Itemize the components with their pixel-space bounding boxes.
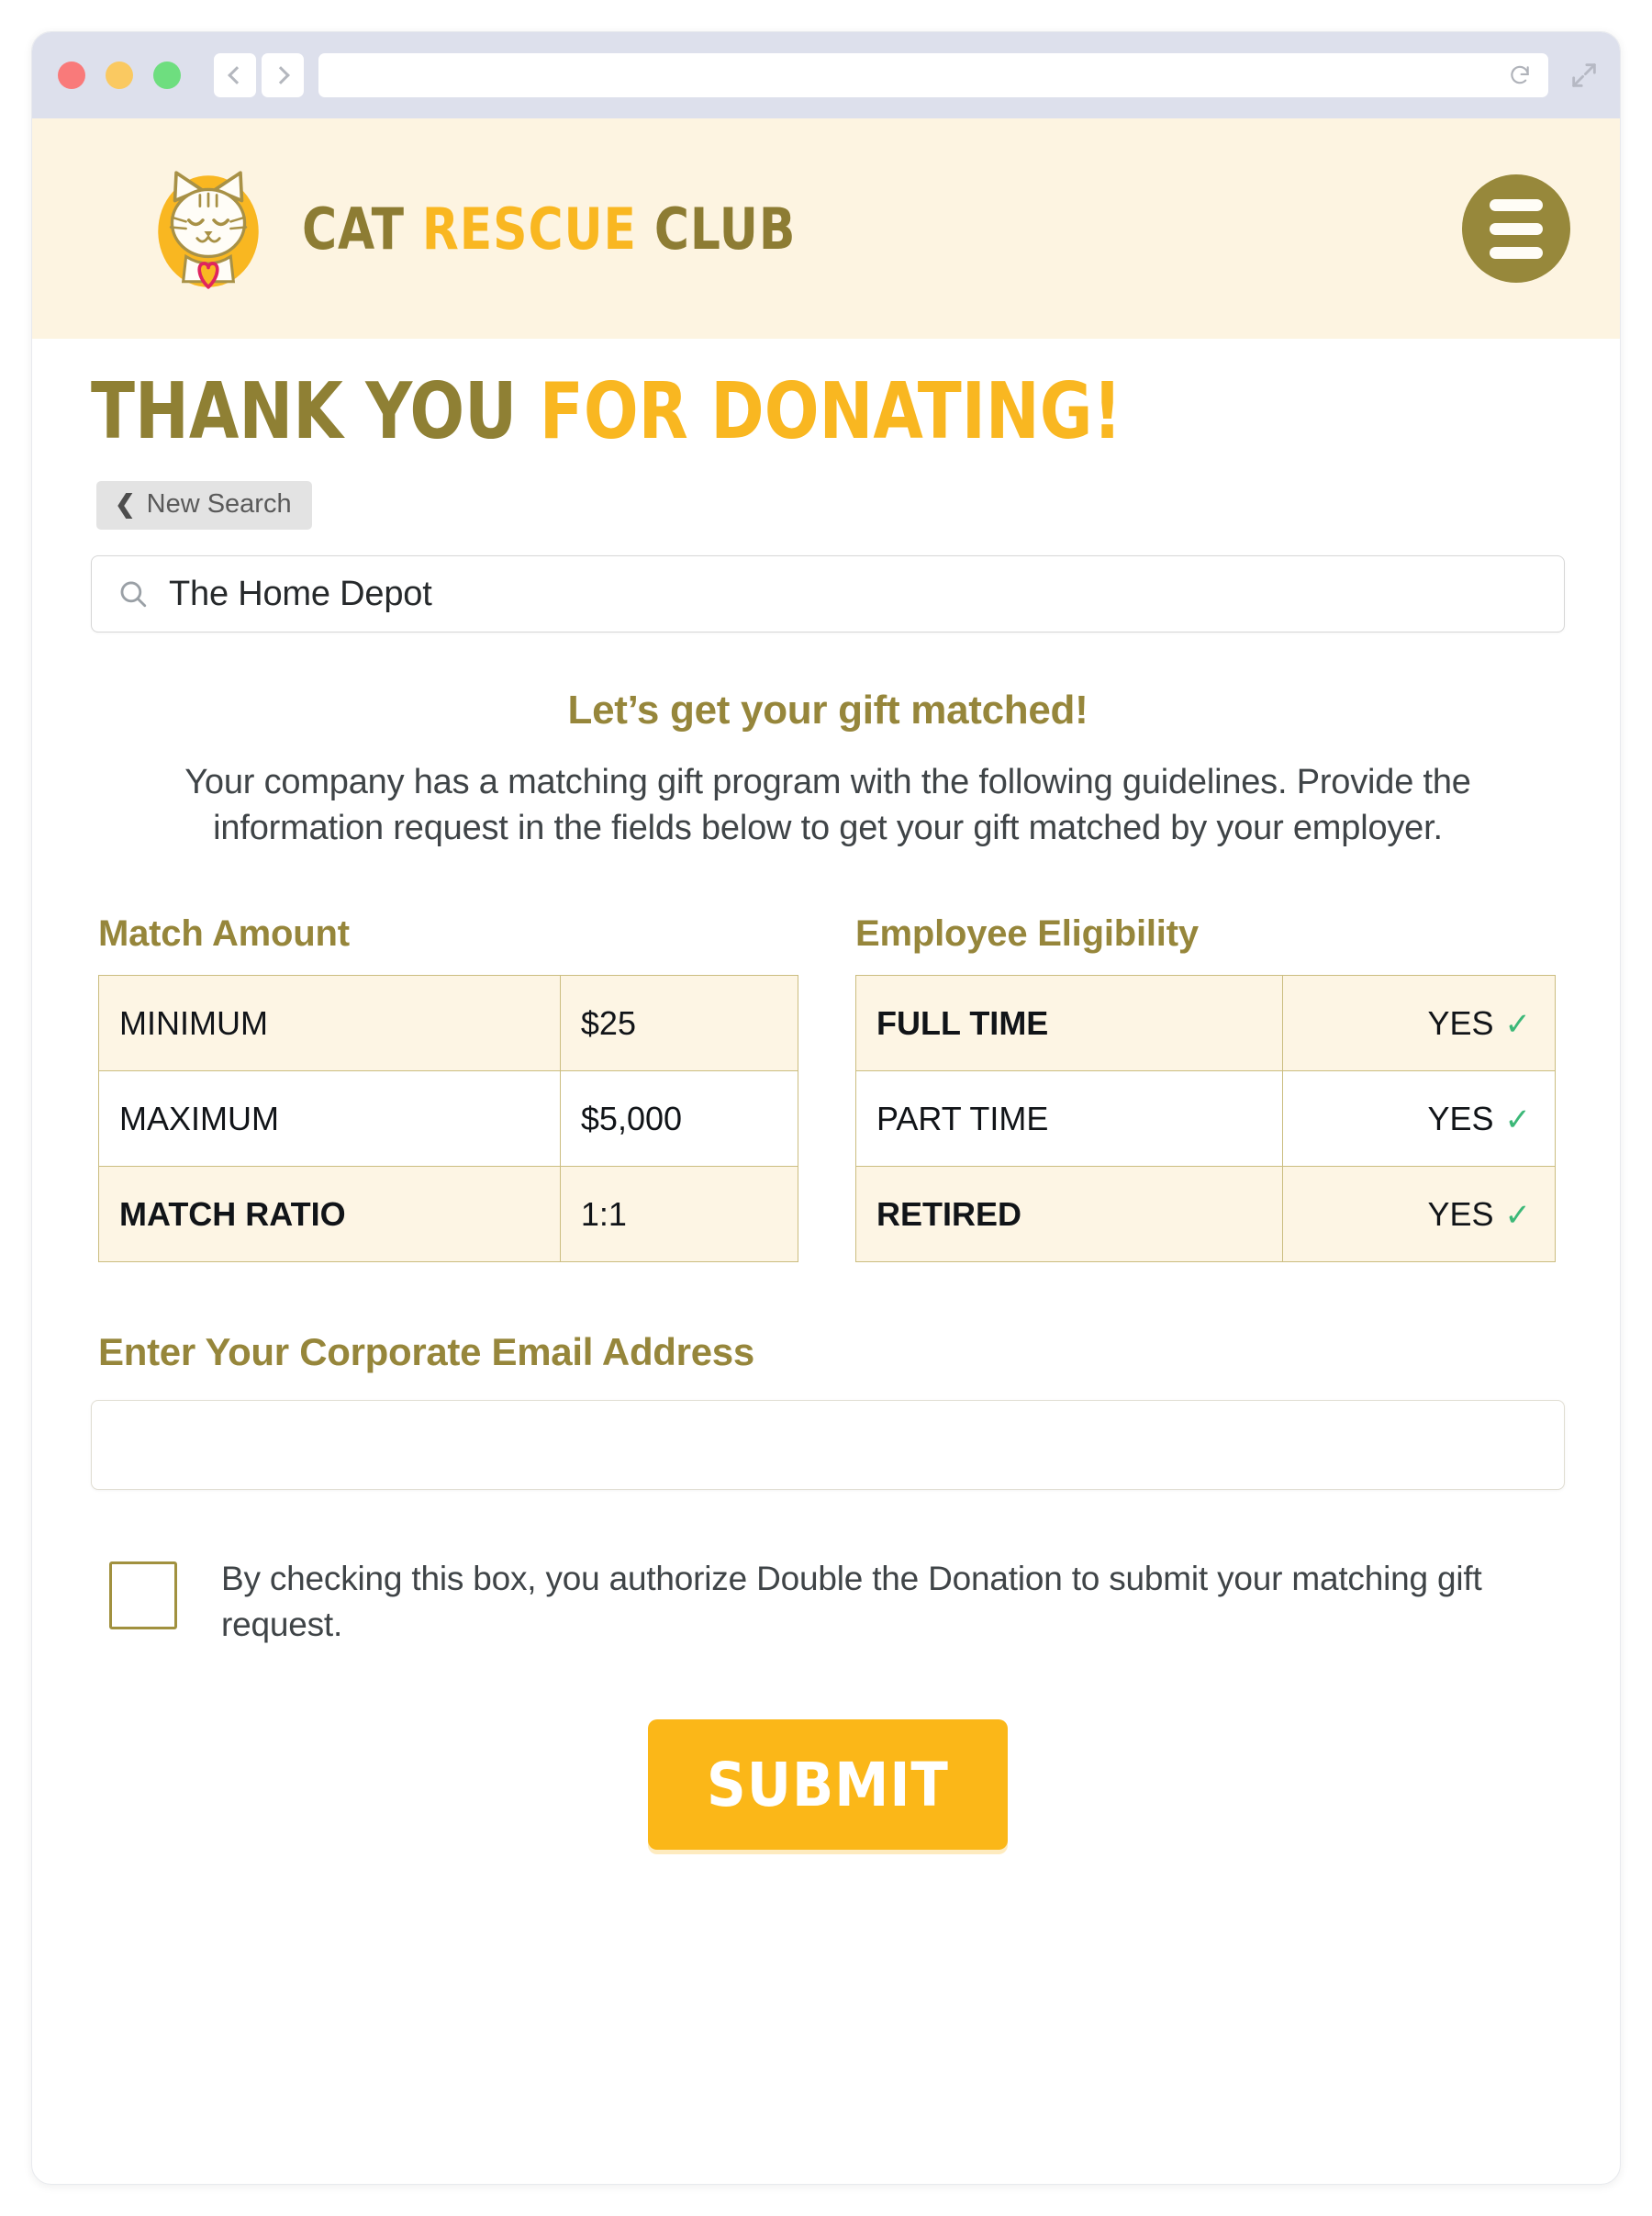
row-value: YES ✓ (1281, 1070, 1557, 1168)
row-key: MAXIMUM (98, 1070, 561, 1168)
corporate-email-field[interactable] (91, 1400, 1565, 1491)
consent-text: By checking this box, you authorize Doub… (221, 1560, 1482, 1644)
brand-word-rescue: RESCUE (421, 195, 654, 263)
expand-arrows-icon[interactable] (1568, 60, 1600, 91)
window-controls (58, 62, 181, 89)
new-search-button[interactable]: ❮ New Search (96, 481, 312, 530)
back-button[interactable] (214, 53, 256, 97)
row-key: MATCH RATIO (98, 1166, 561, 1263)
brand-word-club: CLUB (653, 195, 797, 263)
hamburger-bar (1490, 246, 1543, 259)
row-value: $25 (559, 975, 799, 1072)
lede-heading: Let’s get your gift matched! (567, 688, 1088, 733)
submit-button[interactable]: SUBMIT (648, 1719, 1008, 1851)
table-row: RETIRED YES ✓ (855, 1166, 1557, 1263)
hamburger-bar (1490, 198, 1543, 211)
corporate-email-label: Enter Your Corporate Email Address (98, 1330, 754, 1374)
submit-row: SUBMIT (91, 1719, 1565, 1942)
consent-row: By checking this box, you authorize Doub… (91, 1556, 1565, 1648)
authorization-checkbox[interactable] (109, 1561, 177, 1630)
match-amount-block: Match Amount MINIMUM $25 MAXIMUM $5,000 … (98, 913, 799, 1263)
page-title: THANK YOU FOR DONATING! (91, 366, 1447, 457)
chevron-left-icon: ❮ (115, 490, 136, 518)
page-title-part-2: FOR DONATING! (539, 366, 1122, 457)
site-logo-area[interactable]: CAT RESCUE CLUB (139, 159, 1462, 298)
hamburger-bar (1490, 222, 1543, 235)
employee-eligibility-block: Employee Eligibility FULL TIME YES ✓ PART… (855, 913, 1557, 1263)
row-value: 1:1 (559, 1166, 799, 1263)
row-value: $5,000 (559, 1070, 799, 1168)
hamburger-menu-icon[interactable] (1462, 174, 1570, 283)
employee-eligibility-table: FULL TIME YES ✓ PART TIME YES ✓ RETIRED YE… (855, 975, 1557, 1263)
eligibility-value: YES (1427, 1099, 1494, 1137)
reload-icon[interactable] (1508, 63, 1532, 87)
check-icon: ✓ (1504, 1197, 1532, 1233)
row-key: RETIRED (855, 1166, 1283, 1263)
browser-window: CAT RESCUE CLUB THANK YOU FOR DONATING! … (31, 31, 1621, 2185)
row-key: FULL TIME (855, 975, 1283, 1072)
brand-word-cat: CAT (302, 195, 422, 263)
chevron-right-icon (272, 66, 290, 84)
cat-face-logo (158, 171, 259, 289)
maximize-window-button[interactable] (153, 62, 181, 89)
page-content: THANK YOU FOR DONATING! ❮ New Search The… (32, 366, 1620, 1942)
address-bar[interactable] (318, 53, 1548, 97)
table-row: PART TIME YES ✓ (855, 1070, 1557, 1168)
row-value: YES ✓ (1281, 975, 1557, 1072)
employer-search-input[interactable]: The Home Depot (91, 555, 1565, 632)
row-value: YES ✓ (1281, 1166, 1557, 1263)
check-icon: ✓ (1504, 1102, 1532, 1137)
brand-wordmark: CAT RESCUE CLUB (302, 196, 796, 263)
check-icon: ✓ (1504, 1006, 1532, 1042)
minimize-window-button[interactable] (106, 62, 133, 89)
employee-eligibility-caption: Employee Eligibility (855, 913, 1199, 955)
search-icon (120, 581, 147, 608)
table-row: MINIMUM $25 (98, 975, 799, 1072)
page-title-part-1: THANK YOU (91, 366, 540, 457)
close-window-button[interactable] (58, 62, 85, 89)
eligibility-value: YES (1427, 1003, 1494, 1042)
row-key: MINIMUM (98, 975, 561, 1072)
eligibility-value: YES (1427, 1194, 1494, 1233)
row-key: PART TIME (855, 1070, 1283, 1168)
forward-button[interactable] (262, 53, 304, 97)
site-header: CAT RESCUE CLUB (32, 118, 1620, 339)
search-input-value[interactable]: The Home Depot (169, 575, 432, 614)
chevron-left-icon (228, 66, 246, 84)
browser-nav-buttons (214, 53, 304, 97)
table-row: MAXIMUM $5,000 (98, 1070, 799, 1168)
match-amount-table: MINIMUM $25 MAXIMUM $5,000 MATCH RATIO 1… (98, 975, 799, 1263)
match-amount-caption: Match Amount (98, 913, 350, 955)
lede-text: Your company has a matching gift program… (184, 763, 1471, 848)
new-search-label: New Search (146, 489, 292, 519)
guidelines-tables: Match Amount MINIMUM $25 MAXIMUM $5,000 … (91, 913, 1565, 1263)
table-row: MATCH RATIO 1:1 (98, 1166, 799, 1263)
browser-titlebar (32, 32, 1620, 118)
table-row: FULL TIME YES ✓ (855, 975, 1557, 1072)
